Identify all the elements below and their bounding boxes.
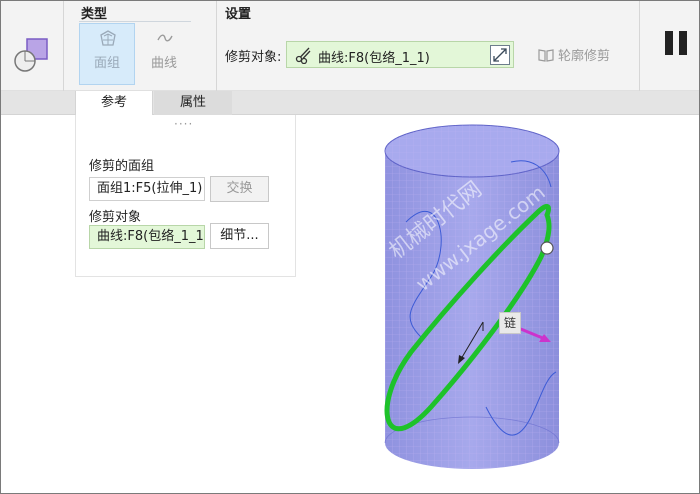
type-quilt-label: 面组	[93, 56, 120, 71]
trim-object-label: 修剪对象:	[225, 50, 282, 65]
panel-trim-object-field[interactable]: 曲线:F8(包络_1_1)	[89, 225, 205, 249]
type-group-title: 类型	[81, 7, 108, 22]
book-icon	[538, 49, 554, 62]
settings-group-title: 设置	[225, 7, 252, 22]
trimmed-quilt-label: 修剪的面组	[89, 159, 155, 174]
details-button[interactable]: 细节...	[210, 223, 269, 249]
trim-feature-window: 类型 面组 曲线 设置 修剪对象: 曲线:F8(包络_1_1) 轮廓修剪 参考 …	[0, 0, 700, 494]
references-panel: ···· 修剪的面组 面组1:F5(拉伸_1) 交换 修剪对象 曲线:F8(包络…	[75, 115, 296, 277]
panel-drag-handle[interactable]: ····	[174, 117, 193, 131]
tab-strip: 参考 属性	[1, 91, 699, 116]
graphics-viewport[interactable]: 机械时代网 www.jxage.com 链	[301, 117, 699, 493]
type-curve-label: 曲线	[150, 56, 177, 71]
trimmed-quilt-field[interactable]: 面组1:F5(拉伸_1)	[89, 177, 205, 201]
tab-properties[interactable]: 属性	[154, 91, 232, 115]
type-curve-button[interactable]: 曲线	[136, 23, 192, 85]
scissors-icon	[295, 47, 311, 64]
trim-object-field[interactable]: 曲线:F8(包络_1_1)	[286, 41, 514, 68]
cylinder-model	[384, 124, 560, 469]
contour-trim-label: 轮廓修剪	[558, 49, 611, 64]
trim-object-value: 曲线:F8(包络_1_1)	[318, 51, 430, 66]
pause-button[interactable]	[661, 31, 691, 57]
curve-icon	[157, 34, 173, 42]
flip-direction-button[interactable]	[490, 45, 510, 65]
panel-trim-object-label: 修剪对象	[89, 210, 142, 225]
trim-feature-icon	[14, 38, 48, 72]
pause-icon	[665, 31, 673, 55]
ribbon: 类型 面组 曲线 设置 修剪对象: 曲线:F8(包络_1_1) 轮廓修剪	[1, 1, 699, 91]
swap-button[interactable]: 交换	[210, 176, 269, 202]
type-quilt-button[interactable]: 面组	[79, 23, 135, 85]
flip-icon	[493, 48, 507, 62]
chain-tag[interactable]: 链	[499, 312, 521, 334]
tab-references[interactable]: 参考	[75, 91, 153, 116]
drag-handle[interactable]	[540, 241, 554, 255]
contour-trim-button[interactable]: 轮廓修剪	[538, 45, 610, 64]
quilt-icon	[100, 30, 116, 46]
